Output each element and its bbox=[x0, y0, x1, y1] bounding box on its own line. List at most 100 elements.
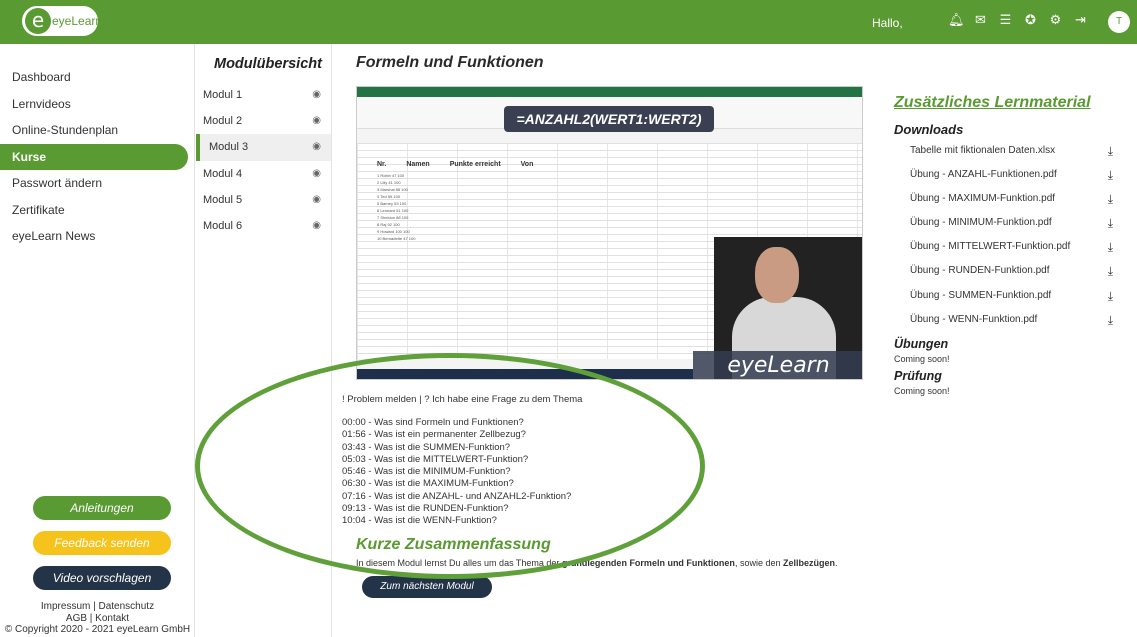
footer-links-2[interactable]: AGB | Kontakt bbox=[0, 613, 195, 625]
uebungen-heading: Übungen bbox=[894, 336, 949, 351]
footer-links-1[interactable]: Impressum | Datenschutz bbox=[0, 601, 195, 613]
footer: Impressum | Datenschutz AGB | Kontakt © … bbox=[0, 601, 195, 636]
download-icon[interactable]: ⤓ bbox=[1108, 259, 1113, 283]
module-item[interactable]: Modul 3 ◉ bbox=[196, 134, 331, 161]
sidebar-item-zertifikate[interactable]: Zertifikate bbox=[0, 197, 188, 224]
presenter-head bbox=[755, 247, 799, 303]
video-brand: eyeLearn bbox=[693, 351, 862, 379]
module-label: Modul 1 bbox=[203, 89, 243, 101]
download-icon[interactable]: ⤓ bbox=[1108, 235, 1113, 259]
module-item[interactable]: Modul 6 ◉ bbox=[196, 213, 331, 239]
module-label: Modul 3 bbox=[209, 141, 249, 154]
eye-icon[interactable]: ◉ bbox=[312, 213, 321, 239]
module-label: Modul 2 bbox=[203, 115, 243, 128]
sidebar-nav: Dashboard Lernvideos Online-Stundenplan Kur… bbox=[0, 64, 188, 250]
sheet-row: 3 Marshal 88 100 bbox=[377, 187, 408, 192]
module-panel-title: Modulübersicht bbox=[214, 56, 322, 72]
video-player[interactable]: Nr. Namen Punkte erreicht Von 1 Robin 47 10… bbox=[356, 86, 863, 380]
sheet-row: 7 Sheldon 88 100 bbox=[377, 215, 409, 220]
sidebar: Dashboard Lernvideos Online-Stundenplan Kur… bbox=[0, 44, 195, 637]
sliders-icon[interactable]: ☰ bbox=[998, 13, 1013, 29]
excel-titlebar bbox=[357, 87, 862, 97]
sidebar-item-online-stundenplan[interactable]: Online-Stundenplan bbox=[0, 117, 188, 144]
module-item[interactable]: Modul 4 ◉ bbox=[196, 161, 331, 187]
logo-mark-icon: e bbox=[25, 8, 51, 34]
feedback-button[interactable]: Feedback senden bbox=[33, 531, 171, 555]
sheet-row: 2 Lilly 41 100 bbox=[377, 180, 401, 185]
mail-icon[interactable]: ✉ bbox=[973, 13, 988, 29]
module-label: Modul 6 bbox=[203, 219, 243, 232]
download-icon[interactable]: ⤓ bbox=[1108, 163, 1113, 187]
sheet-row: 8 Raj 92 100 bbox=[377, 222, 400, 227]
pruefung-heading: Prüfung bbox=[894, 368, 942, 383]
module-item[interactable]: Modul 2 ◉ bbox=[196, 108, 331, 134]
anleitungen-button[interactable]: Anleitungen bbox=[33, 496, 171, 520]
eye-icon[interactable]: ◉ bbox=[312, 134, 321, 160]
download-item[interactable]: Übung - MAXIMUM-Funktion.pdf ⤓ bbox=[894, 187, 1124, 211]
sheet-row: 5 Barney 53 100 bbox=[377, 201, 407, 206]
download-item[interactable]: Übung - RUNDEN-Funktion.pdf ⤓ bbox=[894, 259, 1124, 283]
module-label: Modul 5 bbox=[203, 193, 243, 206]
download-icon[interactable]: ⤓ bbox=[1108, 139, 1113, 163]
uebungen-text: Coming soon! bbox=[894, 353, 950, 364]
module-item[interactable]: Modul 5 ◉ bbox=[196, 187, 331, 213]
download-icon[interactable]: ⤓ bbox=[1108, 308, 1113, 332]
sheet-header: Namen bbox=[406, 161, 430, 168]
gear-icon[interactable]: ⚙ bbox=[1048, 13, 1063, 29]
module-item[interactable]: Modul 1 ◉ bbox=[196, 82, 331, 108]
download-label: Übung - ANZAHL-Funktionen.pdf bbox=[910, 169, 1057, 181]
sheet-row: 1 Robin 47 100 bbox=[377, 173, 405, 178]
sidebar-item-kurse[interactable]: Kurse bbox=[0, 143, 188, 170]
greeting: Hallo, bbox=[872, 16, 903, 30]
logo[interactable]: e eyeLearn bbox=[22, 6, 102, 36]
download-label: Übung - SUMMEN-Funktion.pdf bbox=[910, 289, 1052, 301]
extra-material: Zusätzliches Lernmaterial Downloads Tabe… bbox=[894, 94, 1124, 396]
page-title: Formeln und Funktionen bbox=[356, 54, 544, 71]
download-item[interactable]: Tabelle mit fiktionalen Daten.xlsx ⤓ bbox=[894, 139, 1124, 163]
download-icon[interactable]: ⤓ bbox=[1108, 187, 1113, 211]
eye-icon[interactable]: ◉ bbox=[312, 108, 321, 134]
sidebar-item-passwort-ndern[interactable]: Passwort ändern bbox=[0, 170, 188, 197]
sheet-row: 6 Leonard 51 100 bbox=[377, 208, 409, 213]
eye-icon[interactable]: ◉ bbox=[312, 187, 321, 213]
pruefung-text: Coming soon! bbox=[894, 385, 950, 396]
download-label: Übung - MINIMUM-Funktion.pdf bbox=[910, 217, 1052, 229]
module-label: Modul 4 bbox=[203, 167, 243, 180]
eye-icon[interactable]: ◉ bbox=[312, 161, 321, 187]
download-label: Übung - WENN-Funktion.pdf bbox=[910, 313, 1038, 325]
eye-icon[interactable]: ◉ bbox=[312, 82, 321, 108]
download-item[interactable]: Übung - ANZAHL-Funktionen.pdf ⤓ bbox=[894, 163, 1124, 187]
downloads-list: Tabelle mit fiktionalen Daten.xlsx ⤓ Übung… bbox=[894, 139, 1124, 332]
sheet-header: Nr. bbox=[377, 161, 387, 168]
bell-icon[interactable]: 🔔︎ bbox=[948, 13, 965, 29]
download-item[interactable]: Übung - SUMMEN-Funktion.pdf ⤓ bbox=[894, 284, 1124, 308]
download-icon[interactable]: ⤓ bbox=[1108, 211, 1113, 235]
highlight-ellipse bbox=[195, 353, 705, 579]
sidebar-item-lernvideos[interactable]: Lernvideos bbox=[0, 91, 188, 118]
copyright: © Copyright 2020 - 2021 eyeLearn GmbH bbox=[4, 624, 191, 635]
sidebar-item-eyelearn-news[interactable]: eyeLearn News bbox=[0, 223, 188, 250]
top-bar: e eyeLearn Hallo, 🔔︎ ✉ ☰ ✪ ⚙ ⇥ T bbox=[0, 0, 1137, 44]
download-icon[interactable]: ⤓ bbox=[1108, 284, 1113, 308]
sheet-header: Punkte erreicht bbox=[449, 161, 501, 168]
sheet-row: 10 Bernadette 47 100 bbox=[377, 236, 416, 241]
spreadsheet-rows: 1 Robin 47 100 2 Lilly 41 100 3 Marshal 88… bbox=[377, 172, 577, 242]
video-suggest-button[interactable]: Video vorschlagen bbox=[33, 566, 171, 590]
logo-text: eyeLearn bbox=[52, 14, 103, 28]
formula-overlay: =ANZAHL2(WERT1:WERT2) bbox=[504, 106, 714, 132]
sheet-row: 9 Howard 100 100 bbox=[377, 229, 410, 234]
download-label: Tabelle mit fiktionalen Daten.xlsx bbox=[910, 145, 1056, 156]
next-module-button[interactable]: Zum nächsten Modul bbox=[362, 576, 492, 598]
extra-material-title[interactable]: Zusätzliches Lernmaterial bbox=[894, 94, 1124, 112]
download-item[interactable]: Übung - MINIMUM-Funktion.pdf ⤓ bbox=[894, 211, 1124, 235]
sheet-row: 4 Ted 59 100 bbox=[377, 194, 401, 199]
download-label: Übung - MAXIMUM-Funktion.pdf bbox=[910, 193, 1056, 205]
sidebar-item-dashboard[interactable]: Dashboard bbox=[0, 64, 188, 91]
downloads-heading: Downloads bbox=[894, 122, 964, 137]
download-item[interactable]: Übung - WENN-Funktion.pdf ⤓ bbox=[894, 308, 1124, 332]
sheet-header: Von bbox=[520, 161, 534, 168]
download-item[interactable]: Übung - MITTELWERT-Funktion.pdf ⤓ bbox=[894, 235, 1124, 259]
avatar[interactable]: T bbox=[1108, 11, 1130, 33]
support-icon[interactable]: ✪ bbox=[1023, 13, 1038, 29]
logout-icon[interactable]: ⇥ bbox=[1073, 13, 1088, 29]
